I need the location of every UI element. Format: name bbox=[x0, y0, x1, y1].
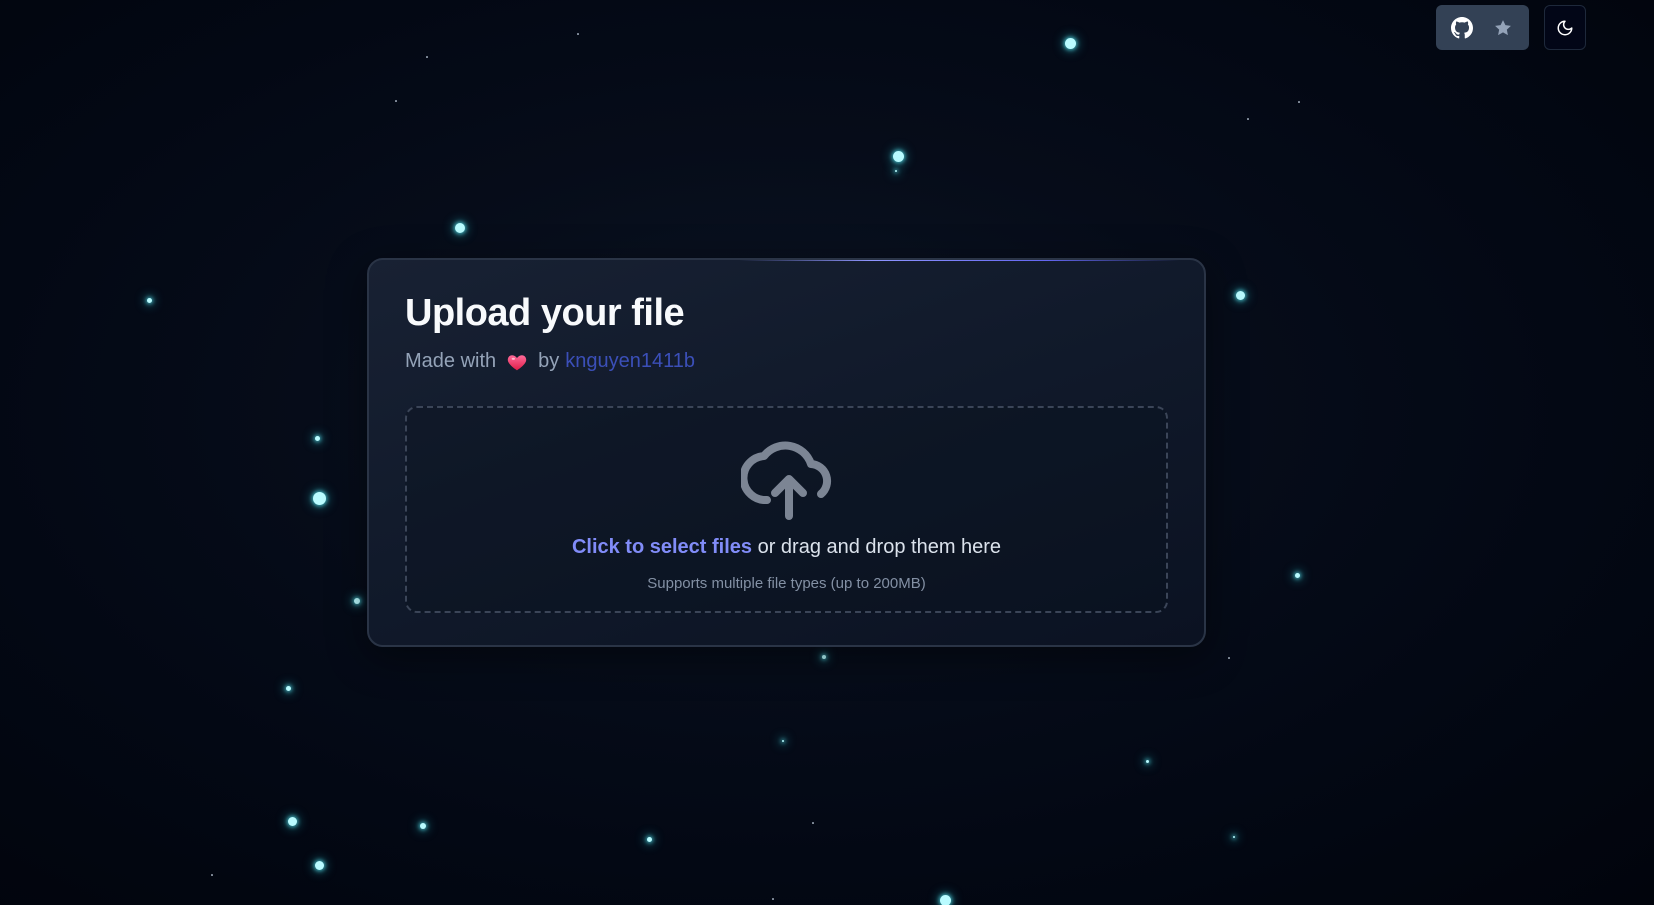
heart-icon bbox=[506, 351, 528, 373]
star-particle bbox=[314, 860, 324, 870]
star-particle bbox=[455, 223, 465, 233]
star-particle bbox=[1064, 37, 1076, 49]
file-dropzone[interactable]: Click to select files or drag and drop t… bbox=[405, 406, 1168, 613]
star-particle bbox=[287, 816, 297, 826]
star-particle bbox=[772, 898, 774, 900]
select-files-link[interactable]: Click to select files bbox=[572, 536, 752, 558]
star-particle bbox=[577, 33, 579, 35]
star-particle bbox=[354, 598, 360, 604]
star-particle bbox=[420, 823, 426, 829]
cloud-upload-icon bbox=[741, 441, 832, 520]
dropzone-instructions: Click to select files or drag and drop t… bbox=[407, 536, 1166, 559]
credit-line: Made with by knguyen1411b bbox=[405, 350, 695, 373]
credit-by: by bbox=[538, 350, 560, 372]
moon-icon bbox=[1557, 20, 1573, 35]
star-particle bbox=[314, 435, 320, 441]
top-actions bbox=[1436, 5, 1586, 50]
star-button[interactable] bbox=[1487, 12, 1519, 44]
star-particle bbox=[822, 655, 826, 659]
github-button[interactable] bbox=[1446, 12, 1478, 44]
star-particle bbox=[146, 297, 152, 303]
star-particle bbox=[1298, 101, 1300, 103]
star-particle bbox=[895, 170, 897, 172]
star-particle bbox=[646, 836, 652, 842]
star-particle bbox=[782, 740, 784, 742]
author-link[interactable]: knguyen1411b bbox=[565, 350, 695, 373]
github-button-group bbox=[1436, 5, 1529, 50]
star-particle bbox=[1235, 290, 1245, 300]
star-particle bbox=[1145, 759, 1149, 763]
star-particle bbox=[1228, 657, 1230, 659]
credit-prefix: Made with bbox=[405, 350, 497, 372]
star-particle bbox=[939, 894, 951, 905]
card-top-glow bbox=[739, 260, 1179, 261]
drag-drop-text: or drag and drop them here bbox=[752, 536, 1002, 558]
github-icon bbox=[1451, 16, 1474, 38]
star-particle bbox=[1233, 836, 1235, 838]
page: Upload your file Made with by knguyen141… bbox=[0, 0, 1654, 905]
star-particle bbox=[312, 491, 326, 505]
star-particle bbox=[426, 56, 428, 58]
star-particle bbox=[892, 150, 904, 162]
star-particle bbox=[211, 874, 213, 876]
star-particle bbox=[812, 822, 814, 824]
upload-card: Upload your file Made with by knguyen141… bbox=[367, 258, 1206, 647]
star-particle bbox=[1247, 118, 1249, 120]
star-icon bbox=[1494, 19, 1511, 35]
page-title: Upload your file bbox=[405, 292, 685, 334]
dropzone-hint: Supports multiple file types (up to 200M… bbox=[647, 575, 926, 592]
star-particle bbox=[285, 685, 291, 691]
theme-toggle-button[interactable] bbox=[1544, 5, 1586, 50]
star-particle bbox=[1294, 572, 1300, 578]
star-particle bbox=[395, 100, 397, 102]
